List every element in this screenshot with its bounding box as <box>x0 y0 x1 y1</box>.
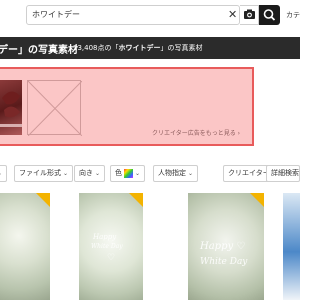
heart-icon: ♡ <box>107 253 116 263</box>
count-suffix: 」の写真素材 <box>160 44 203 52</box>
thumbnail-caption: White Day <box>200 257 248 267</box>
filter-file-format[interactable]: ファイル形式 ⌄ <box>14 165 74 182</box>
search-icon <box>263 9 276 21</box>
results-title-bar: デー」の写真素材 23,408点の「ホワイトデー」の写真素材 <box>0 37 300 59</box>
search-value: ホワイトデー <box>32 10 80 19</box>
rose-image-icon <box>0 91 22 127</box>
new-badge <box>250 193 264 207</box>
photo-thumbnail[interactable]: Happy ♡ White Day <box>188 193 264 300</box>
chevron-down-icon: ⌄ <box>0 166 2 181</box>
close-icon[interactable]: ✕ <box>228 8 237 22</box>
count-number: 23,408点 <box>73 44 105 52</box>
thumbnail-caption: Happy <box>93 233 117 241</box>
camera-search-button[interactable] <box>240 5 259 25</box>
filter-partial-chip[interactable]: ⌄ <box>0 165 8 182</box>
filter-label: 人物指定 <box>158 169 186 177</box>
new-badge <box>36 193 50 207</box>
filter-orientation[interactable]: 向き ⌄ <box>74 165 106 182</box>
photo-thumbnail[interactable]: y <box>0 193 50 300</box>
creator-ad-box: クリエイター広告をもっと見る › <box>0 67 254 146</box>
count-prefix: の「 <box>104 44 119 52</box>
search-button[interactable] <box>259 5 280 25</box>
ad-photo[interactable] <box>0 80 22 135</box>
category-link[interactable]: カテ <box>286 10 300 20</box>
photo-thumbnail[interactable] <box>283 193 300 300</box>
filter-people[interactable]: 人物指定 ⌄ <box>153 165 199 182</box>
top-search-bar: ホワイトデー ✕ カテ <box>0 0 300 32</box>
camera-icon <box>244 9 255 19</box>
filter-advanced-search[interactable]: 詳細検索 <box>266 165 300 182</box>
placeholder-cross-icon <box>27 80 83 137</box>
filter-label: 色 <box>115 169 122 177</box>
search-input[interactable]: ホワイトデー ✕ <box>26 5 240 25</box>
filter-label: 詳細検索 <box>271 169 299 177</box>
thumbnail-caption: Happy ♡ <box>200 241 246 252</box>
page-title: デー」の写真素材 <box>0 45 78 56</box>
chevron-down-icon: ⌄ <box>95 170 101 177</box>
ad-more-link[interactable]: クリエイター広告をもっと見る › <box>152 128 240 137</box>
chevron-down-icon: ⌄ <box>135 170 141 177</box>
new-badge <box>129 193 143 207</box>
filter-label: ファイル形式 <box>19 169 61 177</box>
color-swatch-icon <box>124 168 133 178</box>
chevron-down-icon: ⌄ <box>188 170 194 177</box>
filter-label: 向き <box>79 169 93 177</box>
ad-placeholder-image[interactable] <box>27 80 83 137</box>
count-keyword: ホワイトデー <box>118 44 161 52</box>
result-count: 23,408点の「ホワイトデー」の写真素材 <box>73 43 203 53</box>
filter-color[interactable]: 色 ⌄ <box>110 165 146 182</box>
filter-bar: ⌄ ファイル形式⌄ 向き⌄ 色⌄ 人物指定⌄ クリエイター名⌄ 詳細検索 <box>0 165 300 183</box>
thumbnail-caption: White Day <box>91 243 123 250</box>
photo-thumbnail[interactable]: Happy White Day ♡ <box>79 193 143 300</box>
chevron-down-icon: ⌄ <box>63 170 69 177</box>
